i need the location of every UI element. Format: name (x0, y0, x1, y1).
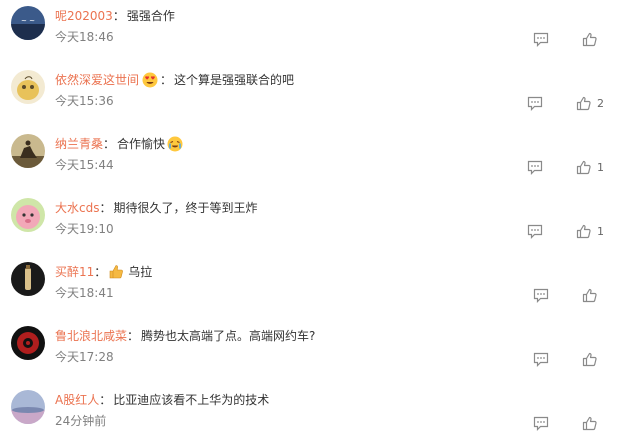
reply-button[interactable] (533, 415, 549, 431)
comment-text: 合作愉快 (117, 137, 166, 151)
username-link[interactable]: 呢202003 (55, 7, 113, 25)
thumbs-up-icon (576, 96, 591, 110)
comment-time: 今天15:36 (55, 94, 114, 108)
colon: ： (127, 329, 140, 343)
like-button[interactable] (582, 31, 603, 47)
comment-item: ~ ~ 呢202003 ： 强强合作 今天18:46 (0, 0, 623, 64)
thumbs-up-icon (582, 352, 597, 366)
comment-item: 鲁北浪北咸菜 ： 腾势也太高端了点。高端网约车? 今天17:28 (0, 320, 623, 384)
reply-button[interactable] (527, 159, 543, 175)
reply-button[interactable] (527, 95, 543, 111)
reply-button[interactable] (533, 287, 549, 303)
thumbs-up-icon (582, 288, 597, 302)
comment-time: 24分钟前 (55, 414, 107, 428)
comment-icon (533, 288, 549, 303)
comment-text: 腾势也太高端了点。高端网约车? (141, 329, 316, 343)
like-count: 1 (597, 224, 604, 238)
comment-time: 今天18:41 (55, 286, 114, 300)
comment-text: 期待很久了，终于等到王炸 (113, 201, 258, 215)
comment-icon (527, 96, 543, 111)
avatar[interactable] (11, 198, 45, 232)
comment-text: 强强合作 (126, 9, 175, 23)
comment-icon (533, 352, 549, 367)
comment-item: 大水cds ： 期待很久了，终于等到王炸 今天19:10 1 (0, 192, 623, 256)
like-button[interactable] (582, 287, 603, 303)
comment-item: 纳兰青桑 ： 合作愉快 今天15:44 1 (0, 128, 623, 192)
username-link[interactable]: 鲁北浪北咸菜 (55, 327, 127, 345)
comment-text: 乌拉 (128, 265, 153, 279)
like-button[interactable]: 2 (576, 95, 604, 111)
reply-button[interactable] (533, 31, 549, 47)
username-link[interactable]: 大水cds (55, 199, 99, 217)
colon: ： (160, 73, 173, 87)
thumbs-up-icon (582, 32, 597, 46)
comment-text: 比亚迪应该看不上华为的技术 (113, 393, 270, 407)
avatar[interactable] (11, 390, 45, 424)
reply-button[interactable] (527, 223, 543, 239)
username-link[interactable]: 依然深爱这世间 (55, 71, 139, 89)
comment-icon (527, 160, 543, 175)
avatar[interactable]: ~ ~ (11, 6, 45, 40)
like-button[interactable]: 1 (576, 159, 604, 175)
thumbs-up-icon (576, 160, 591, 174)
comment-icon (527, 224, 543, 239)
comment-item: 买醉11 ： 乌拉 今天18:41 (0, 256, 623, 320)
colon: ： (94, 265, 107, 279)
comment-item: A股红人 ： 比亚迪应该看不上华为的技术 24分钟前 (0, 384, 623, 448)
colon: ： (103, 137, 116, 151)
avatar[interactable] (11, 326, 45, 360)
username-link[interactable]: 纳兰青桑 (55, 135, 103, 153)
username-link[interactable]: 买醉11 (55, 263, 94, 281)
colon: ： (99, 201, 112, 215)
avatar[interactable] (11, 134, 45, 168)
comment-item: 依然深爱这世间 ： 这个算是强强联合的吧 今天15:36 2 (0, 64, 623, 128)
comment-time: 今天17:28 (55, 350, 114, 364)
thumbs-up-icon (576, 224, 591, 238)
colon: ： (99, 393, 112, 407)
comment-icon (533, 32, 549, 47)
thumbs-up-emoji (108, 264, 124, 280)
like-count: 2 (597, 96, 604, 110)
thumbs-up-icon (582, 416, 597, 430)
avatar[interactable] (11, 70, 45, 104)
username-link[interactable]: A股红人 (55, 391, 99, 409)
comment-time: 今天19:10 (55, 222, 114, 236)
like-count: 1 (597, 160, 604, 174)
comment-text: 这个算是强强联合的吧 (174, 73, 295, 87)
svg-text:~ ~: ~ ~ (21, 17, 35, 25)
like-button[interactable] (582, 415, 603, 431)
like-button[interactable] (582, 351, 603, 367)
avatar[interactable] (11, 262, 45, 296)
comment-time: 今天15:44 (55, 158, 114, 172)
comment-icon (533, 416, 549, 431)
like-button[interactable]: 1 (576, 223, 604, 239)
heart-eyes-emoji (142, 72, 158, 88)
reply-button[interactable] (533, 351, 549, 367)
crying-happy-emoji (167, 136, 183, 152)
colon: ： (112, 9, 125, 23)
comment-time: 今天18:46 (55, 30, 114, 44)
